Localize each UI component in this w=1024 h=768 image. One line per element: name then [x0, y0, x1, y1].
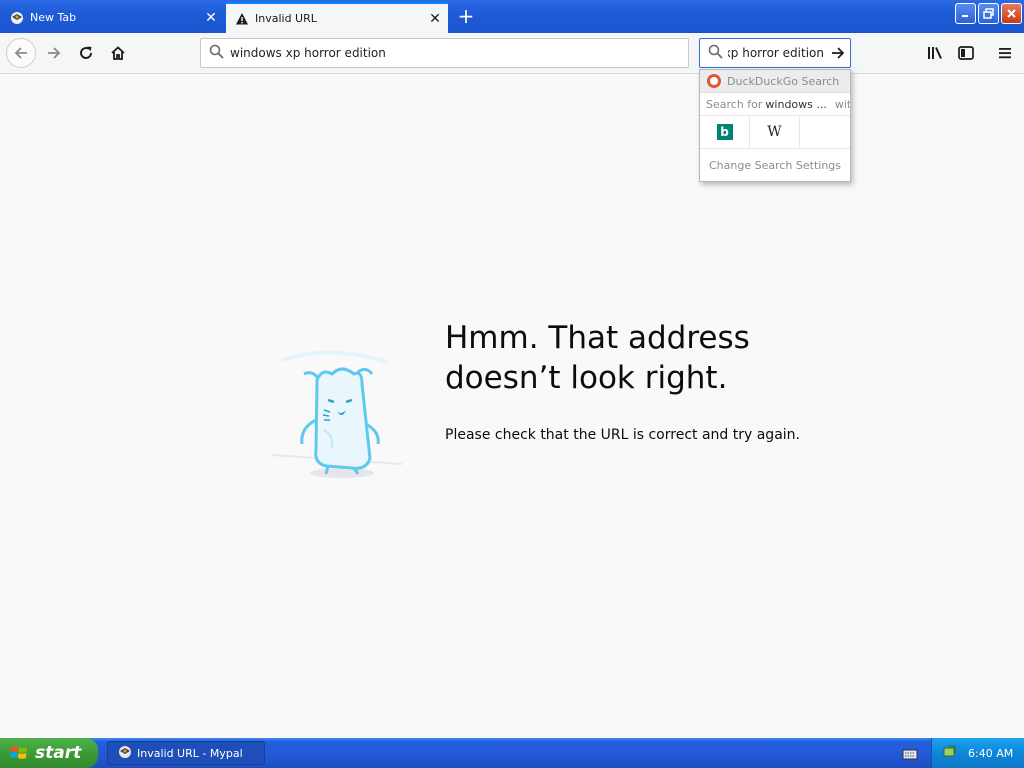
mypal-icon [118, 745, 132, 762]
error-description: Please check that the URL is correct and… [445, 427, 800, 443]
taskbar: start Invalid URL - Mypal 6:40 AM [0, 738, 1024, 768]
empty-engine-slot [800, 116, 850, 149]
current-engine-row[interactable]: DuckDuckGo Search [700, 70, 850, 93]
close-tab-icon[interactable]: ✕ [198, 10, 224, 26]
wikipedia-engine-button[interactable]: W [750, 115, 800, 149]
back-arrow-icon[interactable] [6, 38, 36, 68]
start-button[interactable]: start [0, 738, 98, 768]
system-tray: 6:40 AM [931, 738, 1024, 768]
change-search-settings-button[interactable]: Change Search Settings [700, 149, 850, 181]
engine-name: DuckDuckGo Search [727, 74, 840, 88]
mypal-icon [10, 11, 24, 25]
start-label: start [35, 743, 82, 763]
clock[interactable]: 6:40 AM [968, 747, 1013, 760]
url-input[interactable] [230, 46, 670, 60]
tab-invalid-url[interactable]: Invalid URL ✕ [226, 2, 448, 33]
bing-engine-button[interactable]: b [700, 115, 750, 149]
search-icon [209, 44, 224, 63]
settings-label: Change Search Settings [708, 158, 842, 172]
tab-label: New Tab [30, 11, 77, 24]
search-suggestions-popup: DuckDuckGo Search Search for windows ...… [699, 69, 851, 182]
forward-arrow-icon[interactable] [39, 38, 69, 68]
minimize-button[interactable] [955, 3, 976, 24]
tab-strip: New Tab ✕ Invalid URL ✕ + [0, 0, 1024, 33]
search-for-label: Search for [706, 97, 763, 111]
close-tab-icon[interactable]: ✕ [422, 11, 448, 27]
close-window-button[interactable] [1001, 3, 1022, 24]
one-off-engines-row: b W [700, 115, 850, 149]
navigation-toolbar [0, 33, 1024, 74]
wikipedia-icon: W [767, 124, 782, 140]
taskbar-window-label: Invalid URL - Mypal [137, 746, 243, 760]
search-icon [708, 44, 723, 63]
bing-icon: b [716, 124, 733, 140]
search-go-arrow-icon[interactable] [828, 43, 848, 63]
keyboard-icon[interactable] [902, 746, 918, 765]
taskbar-window-button[interactable]: Invalid URL - Mypal [107, 741, 265, 765]
sidebar-toggle-icon[interactable] [951, 38, 981, 68]
error-mascot-illustration [262, 340, 412, 490]
with-label: with: [834, 97, 850, 111]
library-icon[interactable] [920, 38, 950, 68]
search-input[interactable] [728, 46, 824, 60]
network-tray-icon[interactable] [942, 744, 958, 763]
restore-button[interactable] [978, 3, 999, 24]
url-bar[interactable] [200, 38, 689, 68]
new-tab-plus-icon[interactable]: + [452, 4, 480, 30]
duckduckgo-icon [707, 74, 721, 88]
windows-flag-icon [9, 743, 29, 763]
search-for-row: Search for windows ... with: [700, 93, 850, 116]
warning-icon [235, 12, 249, 26]
hamburger-menu-icon[interactable] [990, 38, 1020, 68]
reload-icon[interactable] [71, 38, 101, 68]
home-icon[interactable] [103, 38, 133, 68]
tab-new-tab[interactable]: New Tab ✕ [0, 2, 224, 33]
error-title: Hmm. That address doesn’t look right. [445, 320, 750, 396]
search-query-preview: windows ... [765, 97, 827, 111]
search-bar[interactable] [699, 38, 851, 68]
tab-label: Invalid URL [255, 12, 317, 25]
